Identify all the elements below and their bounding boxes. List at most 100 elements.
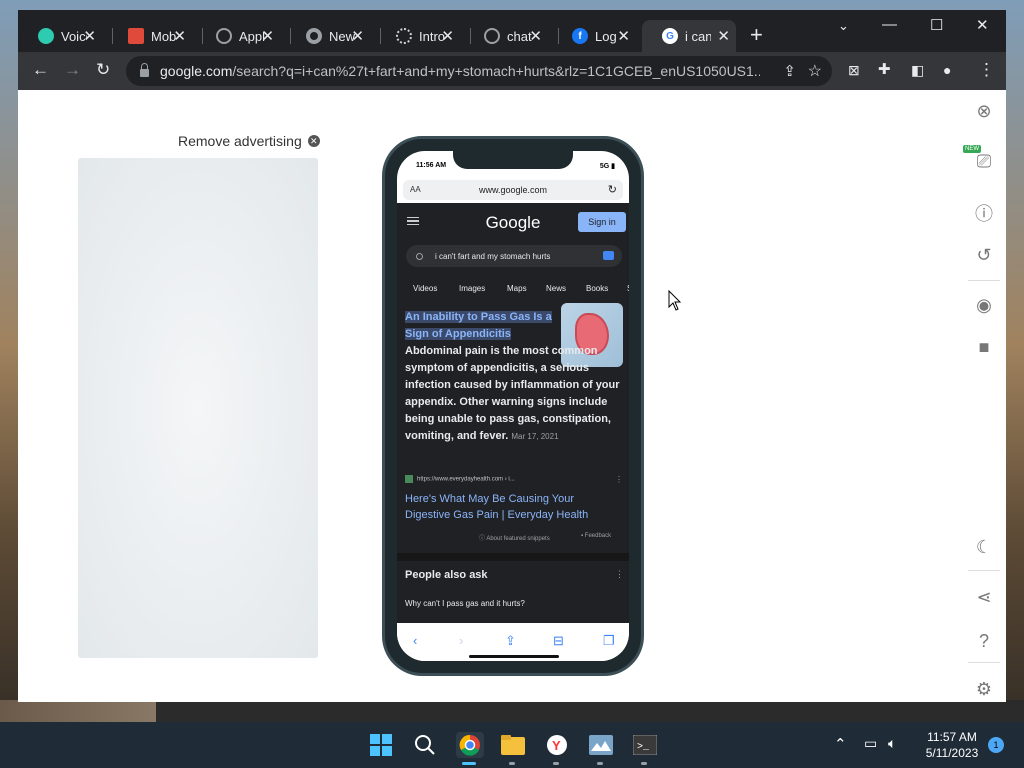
extensions-puzzle-icon[interactable]: ✚: [878, 61, 891, 79]
file-explorer-icon[interactable]: [500, 732, 526, 758]
tab-chat[interactable]: chat ✕: [464, 20, 548, 52]
tab-bar: Voice ✕ Mob ✕ Appl ✕ New ✕ Intro ✕: [18, 10, 1006, 52]
tab-shopping[interactable]: Sh: [627, 278, 629, 298]
volume-icon[interactable]: 🔈︎: [888, 735, 896, 752]
reload-icon[interactable]: ↻: [96, 61, 110, 79]
close-icon[interactable]: ✕: [529, 27, 542, 45]
back-icon[interactable]: ←: [32, 61, 49, 79]
safari-url: www.google.com: [478, 185, 548, 195]
more-options-icon[interactable]: ⋮: [615, 569, 624, 580]
side-panel-icon[interactable]: ◧: [911, 61, 924, 79]
page-content: Remove advertising ✕ 11:56 AM 5G ▮ AA ww…: [18, 90, 1006, 702]
tab-voice[interactable]: Voice ✕: [18, 20, 102, 52]
info-icon[interactable]: ⓘ: [973, 202, 995, 224]
search-icon[interactable]: [412, 732, 438, 758]
image-viewer-icon[interactable]: [588, 732, 614, 758]
tab-i-can-active[interactable]: G i can ✕: [642, 20, 736, 52]
menu-kebab-icon[interactable]: ⋮: [978, 61, 995, 79]
tab-maps[interactable]: Maps: [507, 278, 527, 298]
phone-mockup: 11:56 AM 5G ▮ AA www.google.com ↻ Google…: [382, 136, 644, 676]
new-tab-icon[interactable]: +: [750, 24, 763, 46]
network-icon[interactable]: ▭: [864, 735, 877, 752]
help-icon[interactable]: ?: [973, 630, 995, 652]
close-circle-icon[interactable]: ⊗: [973, 100, 995, 122]
section-divider: [397, 553, 629, 561]
sign-in-button[interactable]: Sign in: [578, 212, 626, 232]
close-icon[interactable]: ✕: [617, 27, 630, 45]
snippet-highlight: An Inability to Pass Gas Is a Sign of Ap…: [405, 311, 552, 340]
system-clock[interactable]: 11:57 AM 5/11/2023: [912, 729, 992, 761]
safari-tabs-icon[interactable]: ❐: [603, 633, 615, 649]
minimize-icon[interactable]: —: [882, 16, 897, 33]
featured-snippet-body: Abdominal pain is the most common sympto…: [405, 343, 627, 445]
google-lens-icon[interactable]: [603, 251, 614, 260]
tab-images[interactable]: Images: [459, 278, 485, 298]
source-citation: https://www.everydayhealth.com › i...: [405, 475, 515, 483]
tab-mob[interactable]: Mob ✕: [108, 20, 192, 52]
globe-icon: [216, 28, 232, 44]
tab-books[interactable]: Books: [586, 278, 608, 298]
yandex-browser-icon[interactable]: Y: [544, 732, 570, 758]
close-icon[interactable]: ✕: [717, 27, 730, 45]
settings-gear-icon[interactable]: ⚙: [973, 678, 995, 700]
windows-start-icon[interactable]: [368, 732, 394, 758]
camera-icon[interactable]: ◉: [973, 294, 995, 316]
rotate-icon[interactable]: ↺: [973, 244, 995, 266]
profile-icon[interactable]: ●: [943, 61, 951, 79]
dark-mode-moon-icon[interactable]: ☾: [973, 536, 995, 558]
paa-question[interactable]: Why can't I pass gas and it hurts?: [405, 599, 525, 608]
phone-signal: 5G: [599, 163, 610, 170]
tab-videos[interactable]: Videos: [413, 278, 437, 298]
openai-icon: [396, 28, 412, 44]
terminal-icon[interactable]: >_: [632, 732, 658, 758]
tab-search-chevron-icon[interactable]: ⌄: [838, 18, 849, 34]
notification-badge[interactable]: 1: [988, 737, 1004, 753]
remove-advertising-link[interactable]: Remove advertising ✕: [178, 133, 320, 149]
reload-icon[interactable]: ↻: [608, 183, 617, 196]
chevron-up-icon[interactable]: ⌃: [834, 735, 847, 753]
forward-icon[interactable]: →: [64, 61, 81, 79]
bookmark-star-icon[interactable]: ☆: [808, 61, 822, 81]
desktop-wallpaper: [0, 700, 1024, 722]
google-search-box[interactable]: i can't fart and my stomach hurts: [406, 245, 622, 267]
more-options-icon[interactable]: ⋮: [615, 475, 623, 484]
devices-icon[interactable]: ⎚: [973, 150, 995, 172]
tab-intro[interactable]: Intro ✕: [376, 20, 460, 52]
tab-appl[interactable]: Appl ✕: [196, 20, 280, 52]
safari-bookmarks-icon[interactable]: ⊟: [553, 633, 564, 649]
extension-x-icon[interactable]: ⊠: [848, 61, 860, 79]
search-query: i can't fart and my stomach hurts: [435, 251, 551, 261]
tab-log[interactable]: f Log ✕: [552, 20, 636, 52]
clock-time: 11:57 AM: [927, 730, 977, 744]
safari-toolbar: ‹ › ⇪ ⊟ ❐: [397, 623, 629, 661]
advertisement-placeholder: [78, 158, 318, 658]
svg-text:Y: Y: [552, 738, 561, 753]
about-snippets-link[interactable]: ⓘ About featured snippets: [479, 533, 550, 542]
close-icon[interactable]: ✕: [351, 27, 364, 45]
close-icon[interactable]: ✕: [261, 27, 274, 45]
feedback-link[interactable]: ▪ Feedback: [581, 533, 611, 539]
result-title-link[interactable]: Here's What May Be Causing Your Digestiv…: [405, 491, 617, 523]
taskbar: Y >_ ⌃ ▭ 🔈︎ 11:57 AM 5/11/2023 1: [0, 722, 1024, 768]
safari-back-icon[interactable]: ‹: [413, 633, 417, 648]
tab-news[interactable]: News: [546, 278, 566, 298]
share-icon[interactable]: ⇪: [783, 62, 796, 80]
safari-address-bar[interactable]: AA www.google.com ↻: [403, 180, 623, 200]
safari-forward-icon[interactable]: ›: [459, 633, 463, 648]
tab-new[interactable]: New ✕: [286, 20, 370, 52]
search-icon: [416, 252, 423, 260]
close-circle-icon[interactable]: ✕: [307, 135, 320, 147]
address-bar[interactable]: google.com/search?q=i+can%27t+fart+and+m…: [126, 56, 832, 86]
maximize-icon[interactable]: ☐: [930, 16, 943, 34]
video-camera-icon[interactable]: ■: [973, 336, 995, 358]
close-icon[interactable]: ✕: [83, 27, 96, 45]
share-icon[interactable]: ⋖: [973, 586, 995, 608]
phone-screen: 11:56 AM 5G ▮ AA www.google.com ↻ Google…: [397, 151, 629, 661]
close-icon[interactable]: ✕: [441, 27, 454, 45]
close-window-icon[interactable]: ✕: [976, 16, 989, 34]
url-domain: google.com: [160, 63, 233, 79]
chrome-taskbar-icon[interactable]: [456, 732, 484, 758]
close-icon[interactable]: ✕: [173, 27, 186, 45]
voice-app-icon: [38, 28, 54, 44]
safari-share-icon[interactable]: ⇪: [505, 633, 516, 649]
